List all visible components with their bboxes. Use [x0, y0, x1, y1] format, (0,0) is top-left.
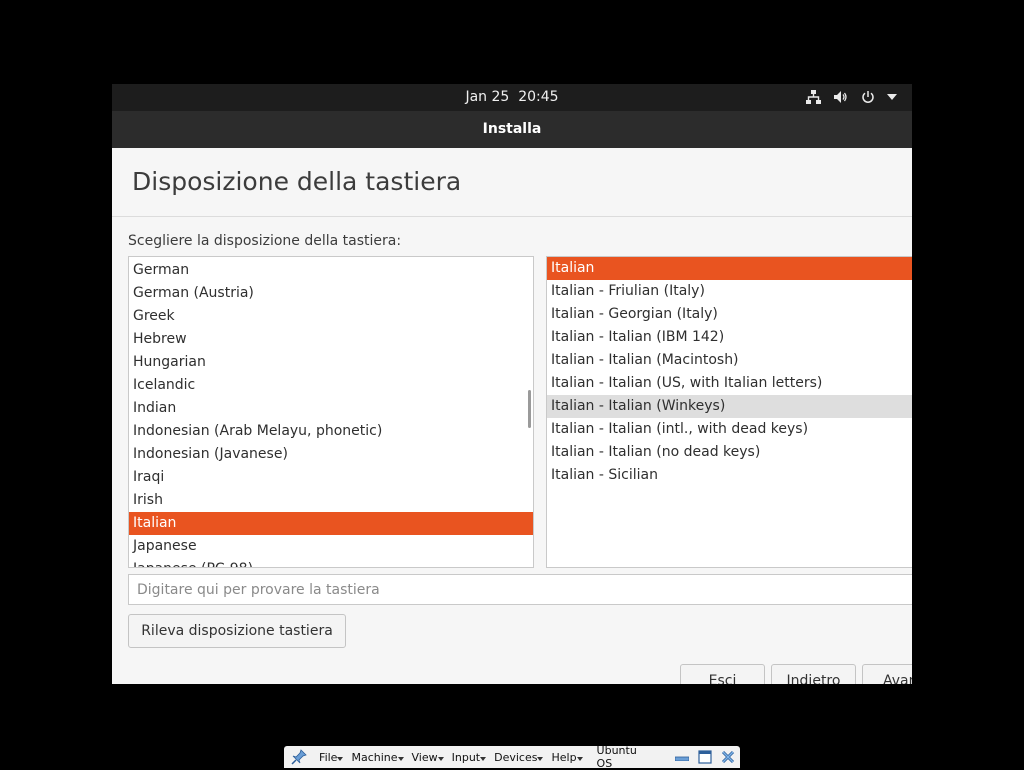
variant-list-item[interactable]: Italian - Italian (IBM 142): [547, 326, 912, 349]
back-button[interactable]: Indietro: [771, 664, 856, 684]
vbox-menu-view[interactable]: View: [412, 751, 444, 764]
variant-list-item[interactable]: Italian - Italian (intl., with dead keys…: [547, 418, 912, 441]
layout-list-item[interactable]: German (Austria): [129, 282, 533, 305]
variant-list-item[interactable]: Italian - Italian (US, with Italian lett…: [547, 372, 912, 395]
variant-list-item[interactable]: Italian - Italian (Macintosh): [547, 349, 912, 372]
layout-list-item[interactable]: Indian: [129, 397, 533, 420]
clock[interactable]: Jan 25 20:45: [112, 89, 912, 105]
installer-content: Disposizione della tastiera Scegliere la…: [112, 148, 912, 684]
keyboard-variant-list[interactable]: Italian Italian - Friulian (Italy) Italian…: [546, 256, 912, 568]
layout-list-scrollbar[interactable]: [528, 390, 531, 428]
vbox-menu-input[interactable]: Input: [452, 751, 487, 764]
minimize-icon[interactable]: [674, 749, 691, 765]
vbox-menu-group: File Machine View Input Devices Help: [319, 751, 591, 764]
vbox-menu-devices[interactable]: Devices: [494, 751, 544, 764]
network-icon[interactable]: [804, 88, 822, 106]
keyboard-layout-list[interactable]: German German (Austria) Greek Hebrew Hungari…: [128, 256, 534, 568]
window-title-bar[interactable]: Installa: [112, 111, 912, 148]
layout-list-item[interactable]: Italian: [129, 512, 533, 535]
detect-layout-button[interactable]: Rileva disposizione tastiera: [128, 614, 346, 648]
layout-list-item[interactable]: Icelandic: [129, 374, 533, 397]
layout-list-item[interactable]: German: [129, 259, 533, 282]
variant-list-item[interactable]: Italian - Friulian (Italy): [547, 280, 912, 303]
variant-list-item[interactable]: Italian - Italian (Winkeys): [547, 395, 912, 418]
variant-list-item[interactable]: Italian: [547, 257, 912, 280]
page-title: Disposizione della tastiera: [132, 167, 462, 196]
vbox-menu-machine[interactable]: Machine: [351, 751, 404, 764]
layout-list-item[interactable]: Hungarian: [129, 351, 533, 374]
quit-button[interactable]: Esci: [680, 664, 765, 684]
layout-list-item[interactable]: Indonesian (Arab Melayu, phonetic): [129, 420, 533, 443]
keyboard-test-input[interactable]: [128, 574, 912, 605]
layout-list-item[interactable]: Japanese (PC-98): [129, 558, 533, 567]
window-title: Installa: [482, 121, 542, 137]
restore-window-icon[interactable]: [697, 749, 714, 765]
layout-list-item[interactable]: Japanese: [129, 535, 533, 558]
vbox-menu-help[interactable]: Help: [551, 751, 583, 764]
page-header: Disposizione della tastiera: [112, 148, 912, 217]
power-icon[interactable]: [859, 88, 877, 106]
top-panel: Jan 25 20:45: [112, 84, 912, 111]
layout-list-item[interactable]: Indonesian (Javanese): [129, 443, 533, 466]
layout-list-item[interactable]: Hebrew: [129, 328, 533, 351]
pin-icon[interactable]: [290, 749, 307, 765]
virtualbox-toolbar: File Machine View Input Devices Help Ubuntu O…: [284, 744, 740, 770]
variant-list-item[interactable]: Italian - Sicilian: [547, 464, 912, 487]
variant-list-item[interactable]: Italian - Georgian (Italy): [547, 303, 912, 326]
next-button[interactable]: Avanti: [862, 664, 912, 684]
clock-date: Jan 25: [465, 89, 510, 105]
layout-list-item[interactable]: Irish: [129, 489, 533, 512]
vbox-os-label: Ubuntu OS: [596, 744, 637, 770]
close-icon[interactable]: [720, 749, 737, 765]
layout-list-item[interactable]: Iraqi: [129, 466, 533, 489]
dropdown-arrow-icon[interactable]: [883, 88, 901, 106]
layout-list-item[interactable]: Greek: [129, 305, 533, 328]
volume-icon[interactable]: [831, 88, 849, 106]
layout-prompt: Scegliere la disposizione della tastiera…: [128, 233, 402, 249]
vbox-menu-file[interactable]: File: [319, 751, 345, 764]
clock-time: 20:45: [518, 89, 559, 105]
variant-list-item[interactable]: Italian - Italian (no dead keys): [547, 441, 912, 464]
